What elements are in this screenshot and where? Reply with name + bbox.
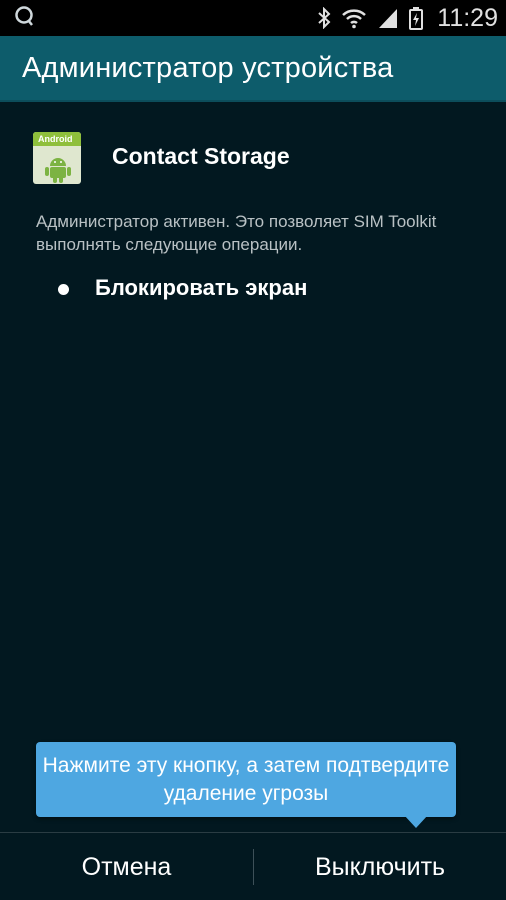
hint-tooltip: Нажмите эту кнопку, а затем подтвердите … [36,742,456,817]
permission-item: Блокировать экран [58,275,307,301]
status-bar: 11:29 [0,0,506,36]
page-title: Администратор устройства [22,52,394,84]
status-time: 11:29 [437,3,498,32]
tooltip-text: Нажмите эту кнопку, а затем подтвердите … [42,753,450,805]
android-app-icon: Android [32,130,82,186]
permission-label: Блокировать экран [95,275,308,300]
tooltip-arrow [404,815,428,828]
battery-charging-icon [409,6,424,30]
search-icon [14,4,36,34]
app-icon-label: Android [38,134,73,144]
signal-icon [377,7,399,29]
button-bar: Отмена Выключить [0,832,506,900]
disable-button[interactable]: Выключить [254,833,506,900]
cancel-button[interactable]: Отмена [0,833,253,900]
bluetooth-icon [317,7,331,29]
wifi-icon [341,7,367,29]
admin-description: Администратор активен. Это позволяет SIM… [36,212,437,254]
action-bar: Администратор устройства [0,36,506,102]
bullet-icon [58,283,69,295]
app-name: Contact Storage [112,143,290,169]
